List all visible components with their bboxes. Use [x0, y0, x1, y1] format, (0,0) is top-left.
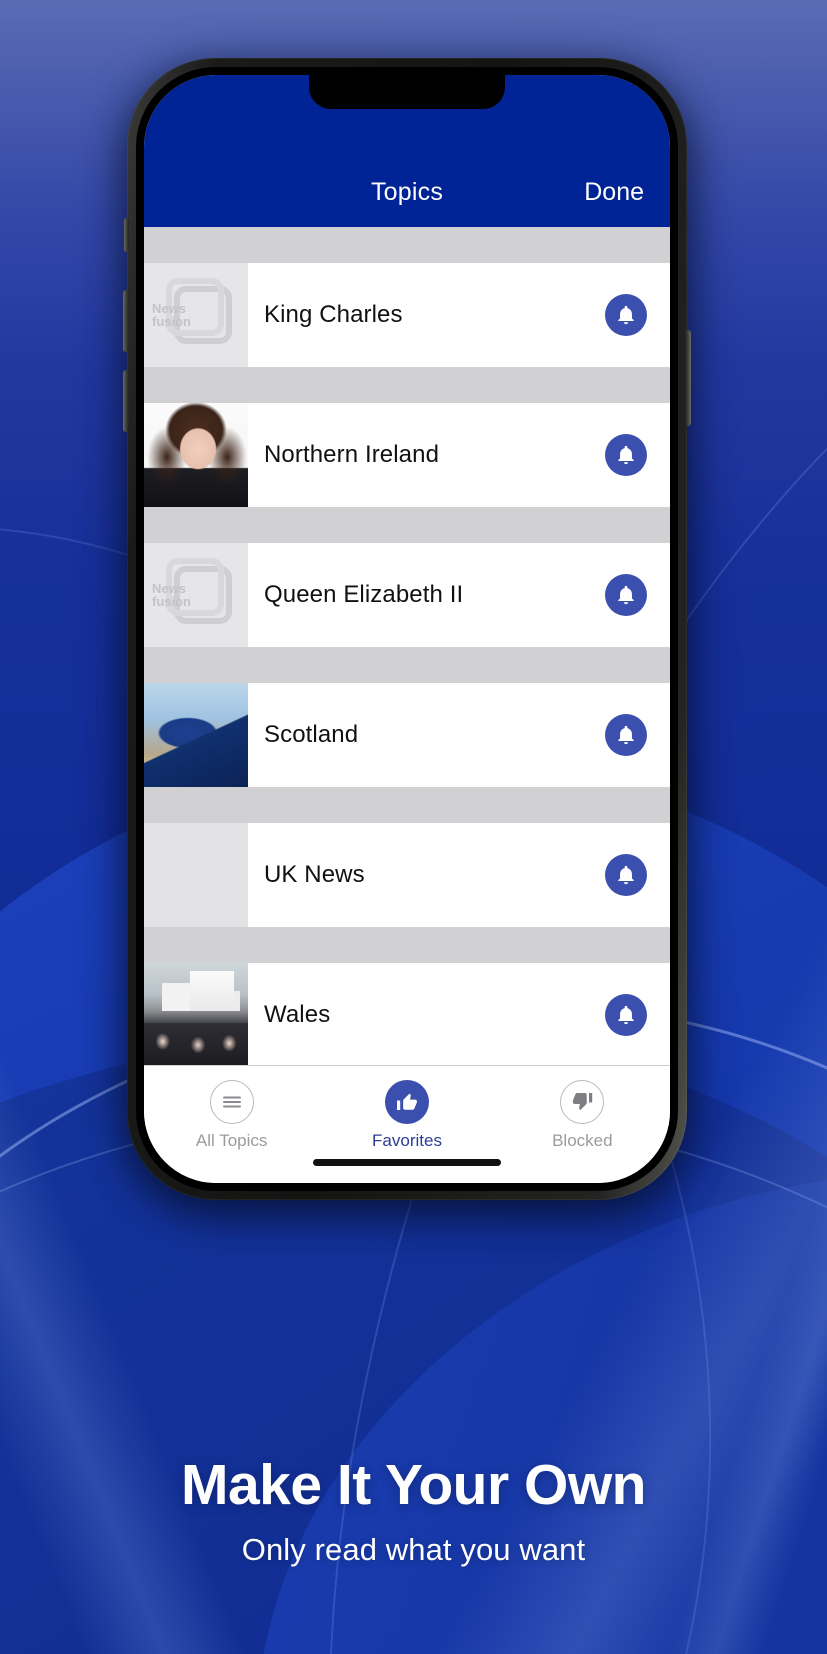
page-title: Topics: [370, 178, 444, 206]
two-women-photo: [144, 823, 248, 927]
list-separator: [144, 787, 670, 823]
phone-mockup: Topics Done News fusion King Charles Nor…: [112, 48, 702, 1208]
list-separator: [144, 367, 670, 403]
placeholder-logo-text: News fusion: [152, 582, 191, 609]
topic-thumbnail: [144, 683, 248, 787]
notification-toggle[interactable]: [582, 543, 670, 647]
placeholder-logo-line2: fusion: [152, 314, 191, 329]
tab-label-all-topics: All Topics: [195, 1131, 268, 1150]
thumbs-up-icon[interactable]: [384, 1080, 429, 1124]
notification-toggle[interactable]: [582, 963, 670, 1065]
phone-bezel: Topics Done News fusion King Charles Nor…: [136, 67, 678, 1191]
topic-thumbnail: [144, 403, 248, 507]
bell-icon[interactable]: [605, 574, 647, 616]
topics-list[interactable]: News fusion King Charles Northern Irelan…: [144, 227, 670, 1065]
topic-title: Scotland: [264, 721, 359, 748]
topic-thumbnail: [144, 823, 248, 927]
topic-title: Wales: [264, 1001, 331, 1028]
table-row[interactable]: Scotland: [144, 683, 670, 787]
topic-thumbnail: [144, 963, 248, 1065]
topic-title: Northern Ireland: [264, 441, 440, 468]
promo-text-block: Make It Your Own Only read what you want: [0, 1452, 827, 1568]
phone-volume-up-button: [123, 290, 129, 352]
list-separator: [144, 927, 670, 963]
bell-icon[interactable]: [605, 994, 647, 1036]
protest-crowd-photo: [144, 963, 248, 1065]
list-separator: [144, 227, 670, 263]
phone-notch: [309, 75, 505, 109]
bell-icon[interactable]: [605, 714, 647, 756]
phone-volume-down-button: [123, 370, 129, 432]
promo-headline: Make It Your Own: [181, 1453, 646, 1517]
phone-mute-switch: [124, 218, 129, 252]
news-fusion-placeholder-icon: News fusion: [144, 543, 248, 647]
topic-thumbnail: News fusion: [144, 543, 248, 647]
topic-title: King Charles: [264, 301, 403, 328]
promo-subhead: Only read what you want: [241, 1532, 586, 1567]
bell-icon[interactable]: [605, 434, 647, 476]
thumbs-down-icon[interactable]: [560, 1080, 605, 1124]
tab-label-blocked: Blocked: [552, 1131, 613, 1150]
table-row[interactable]: Wales: [144, 963, 670, 1065]
tab-label-favorites: Favorites: [372, 1131, 442, 1150]
notification-toggle[interactable]: [582, 263, 670, 367]
table-row[interactable]: Northern Ireland: [144, 403, 670, 507]
list-separator: [144, 647, 670, 683]
notification-toggle[interactable]: [582, 823, 670, 927]
topic-title: Queen Elizabeth II: [264, 581, 464, 608]
table-row[interactable]: News fusion King Charles: [144, 263, 670, 367]
home-indicator[interactable]: [313, 1159, 501, 1166]
done-button[interactable]: Done: [584, 178, 644, 207]
hamburger-menu-icon[interactable]: [209, 1080, 254, 1124]
notification-toggle[interactable]: [582, 683, 670, 787]
tab-blocked[interactable]: Blocked: [495, 1080, 670, 1151]
tab-favorites[interactable]: Favorites: [319, 1080, 494, 1151]
list-separator: [144, 507, 670, 543]
bell-icon[interactable]: [605, 294, 647, 336]
placeholder-logo-text: News fusion: [152, 302, 191, 329]
tab-all-topics[interactable]: All Topics: [144, 1080, 319, 1151]
placeholder-logo-line2: fusion: [152, 594, 191, 609]
topic-title: UK News: [264, 861, 365, 888]
table-row[interactable]: UK News: [144, 823, 670, 927]
notification-toggle[interactable]: [582, 403, 670, 507]
topic-thumbnail: News fusion: [144, 263, 248, 367]
portrait-woman-photo: [144, 403, 248, 507]
bell-icon[interactable]: [605, 854, 647, 896]
table-row[interactable]: News fusion Queen Elizabeth II: [144, 543, 670, 647]
phone-frame: Topics Done News fusion King Charles Nor…: [123, 58, 691, 1200]
news-fusion-placeholder-icon: News fusion: [144, 263, 248, 367]
phone-power-button: [685, 330, 691, 426]
hand-holding-phone-photo: [144, 683, 248, 787]
phone-screen: Topics Done News fusion King Charles Nor…: [144, 75, 670, 1183]
